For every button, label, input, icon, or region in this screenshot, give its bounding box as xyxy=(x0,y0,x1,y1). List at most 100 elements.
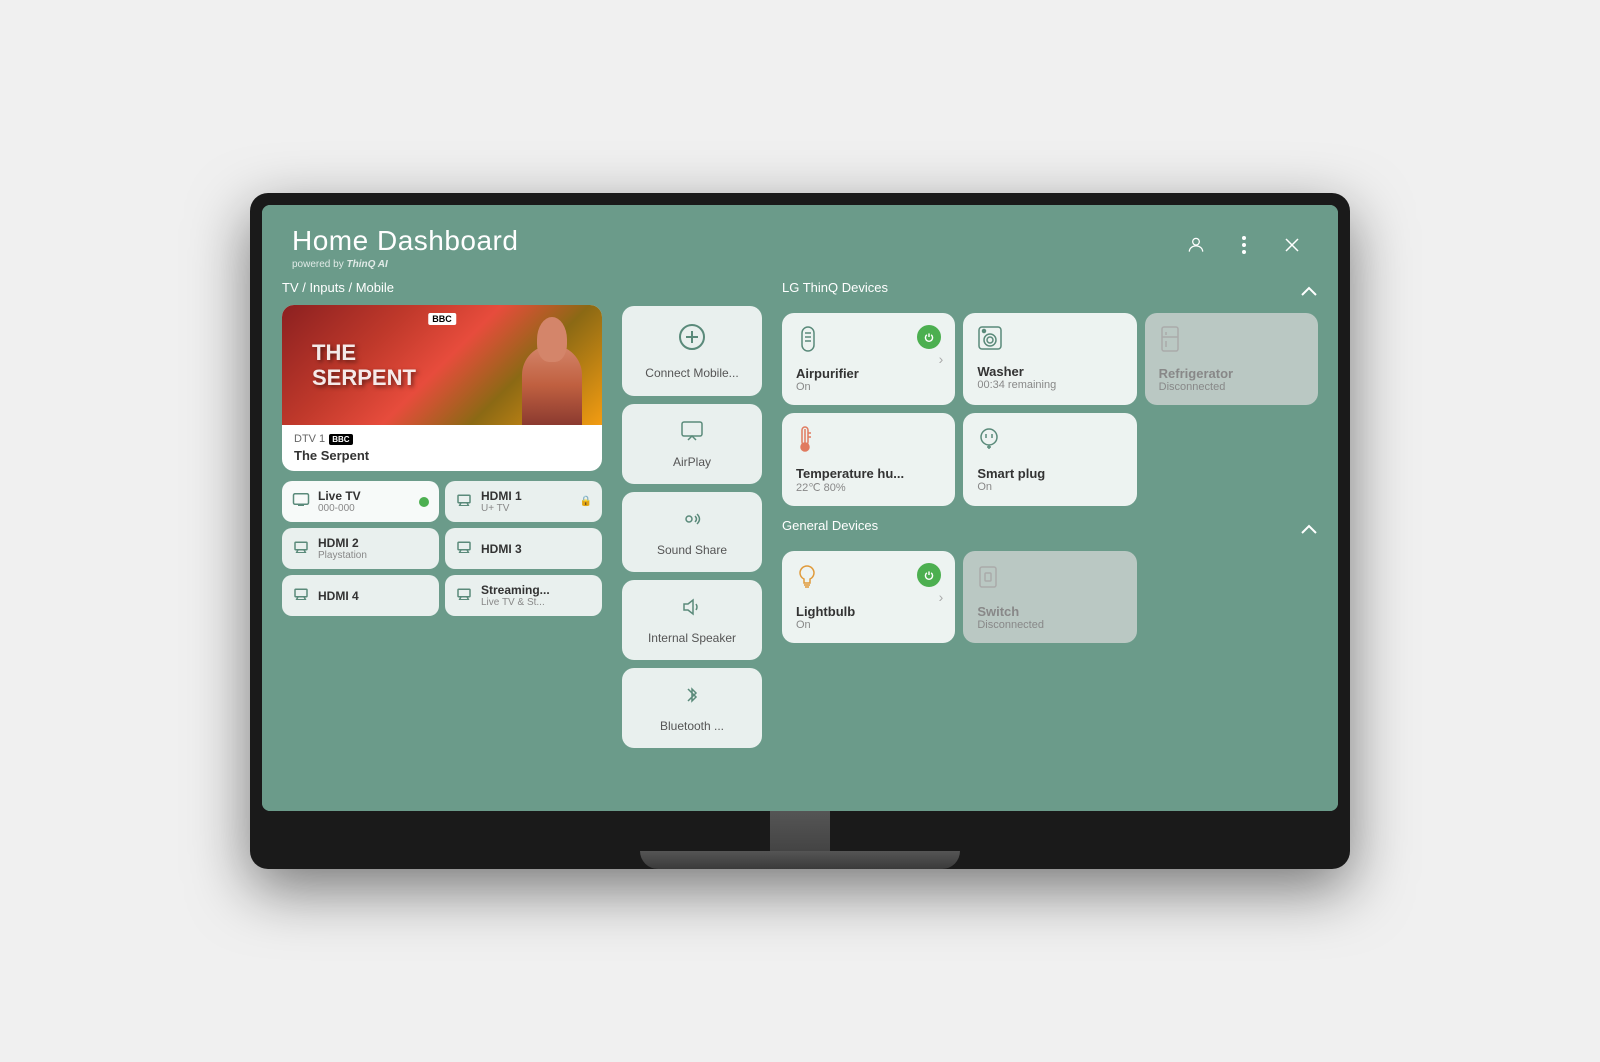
refrigerator-name: Refrigerator xyxy=(1159,366,1304,381)
device-washer[interactable]: Washer 00:34 remaining xyxy=(963,313,1136,405)
more-options-icon-button[interactable] xyxy=(1228,229,1260,261)
live-tv-info: Live TV 000-000 xyxy=(318,489,361,514)
tv-outer: Home Dashboard powered by ThinQ AI xyxy=(250,193,1350,868)
tv-show-title-line2: SERPENT xyxy=(312,365,416,389)
middle-panel: Connect Mobile... AirPlay xyxy=(622,280,762,800)
temperature-name: Temperature hu... xyxy=(796,466,941,481)
smartplug-icon xyxy=(977,425,1001,458)
switch-header xyxy=(977,563,1122,596)
refrigerator-status: Disconnected xyxy=(1159,381,1304,393)
washer-header xyxy=(977,325,1122,356)
smartplug-name: Smart plug xyxy=(977,466,1122,481)
lg-thinq-collapse-button[interactable] xyxy=(1300,284,1318,302)
hdmi2-name: HDMI 2 xyxy=(318,536,367,550)
hdmi4-icon xyxy=(292,586,310,605)
device-smartplug[interactable]: Smart plug On xyxy=(963,413,1136,506)
device-lightbulb[interactable]: Lightbulb On › xyxy=(782,551,955,643)
general-devices-title: General Devices xyxy=(782,518,878,533)
input-hdmi4[interactable]: HDMI 4 xyxy=(282,575,439,616)
washer-icon xyxy=(977,325,1003,356)
hdmi1-name: HDMI 1 xyxy=(481,489,522,503)
live-tv-name: Live TV xyxy=(318,489,361,503)
internal-speaker-card[interactable]: Internal Speaker xyxy=(622,580,762,660)
left-panel: TV / Inputs / Mobile BBC THE SERPENT xyxy=(282,280,602,800)
hdmi1-lock-icon: 🔒 xyxy=(580,496,592,507)
device-temperature[interactable]: Temperature hu... 22℃ 80% xyxy=(782,413,955,506)
connect-mobile-plus-icon xyxy=(678,323,706,358)
close-icon-button[interactable] xyxy=(1276,229,1308,261)
tv-show-name: The Serpent xyxy=(294,448,590,463)
connect-mobile-label: Connect Mobile... xyxy=(645,366,738,380)
washer-name: Washer xyxy=(977,364,1122,379)
input-live-tv[interactable]: Live TV 000-000 xyxy=(282,481,439,522)
lg-thinq-section: LG ThinQ Devices xyxy=(782,280,1318,506)
hdmi3-icon xyxy=(455,539,473,558)
sound-share-card[interactable]: Sound Share xyxy=(622,492,762,572)
device-refrigerator[interactable]: Refrigerator Disconnected xyxy=(1145,313,1318,405)
tv-preview-image: BBC THE SERPENT xyxy=(282,305,602,425)
bbc-badge: BBC xyxy=(329,434,352,445)
hdmi1-sub: U+ TV xyxy=(481,503,522,514)
airpurifier-name: Airpurifier xyxy=(796,366,941,381)
refrigerator-icon xyxy=(1159,325,1181,358)
dashboard: Home Dashboard powered by ThinQ AI xyxy=(262,205,1338,810)
main-content: TV / Inputs / Mobile BBC THE SERPENT xyxy=(262,280,1338,810)
connect-mobile-card[interactable]: Connect Mobile... xyxy=(622,306,762,396)
tv-show-title-line1: THE xyxy=(312,341,416,365)
lg-thinq-section-header: LG ThinQ Devices xyxy=(782,280,1318,305)
temperature-status: 22℃ 80% xyxy=(796,481,941,494)
input-hdmi3[interactable]: HDMI 3 xyxy=(445,528,602,569)
subtitle-powered: powered by xyxy=(292,259,344,270)
general-devices-section: General Devices xyxy=(782,518,1318,643)
airpurifier-header xyxy=(796,325,941,358)
lightbulb-power-button[interactable] xyxy=(917,563,941,587)
sound-share-label: Sound Share xyxy=(657,543,727,557)
user-icon-button[interactable] xyxy=(1180,229,1212,261)
hdmi4-name: HDMI 4 xyxy=(318,589,359,603)
airplay-icon xyxy=(680,419,704,449)
hdmi2-icon xyxy=(292,539,310,558)
input-hdmi2[interactable]: HDMI 2 Playstation xyxy=(282,528,439,569)
airpurifier-status: On xyxy=(796,381,941,393)
hdmi1-icon xyxy=(455,492,473,511)
live-tv-sub: 000-000 xyxy=(318,503,361,514)
thinq-brand: ThinQ AI xyxy=(346,259,387,270)
lightbulb-icon xyxy=(796,563,818,596)
hdmi4-info: HDMI 4 xyxy=(318,589,359,603)
airpurifier-chevron-icon: › xyxy=(939,351,944,367)
washer-status: 00:34 remaining xyxy=(977,379,1122,391)
temperature-header xyxy=(796,425,941,458)
temperature-icon xyxy=(796,425,814,458)
bbc-logo: BBC xyxy=(428,313,456,325)
hdmi2-info: HDMI 2 Playstation xyxy=(318,536,367,561)
general-devices-collapse-button[interactable] xyxy=(1300,522,1318,540)
refrigerator-header xyxy=(1159,325,1304,358)
bluetooth-card[interactable]: Bluetooth ... xyxy=(622,668,762,748)
bluetooth-icon xyxy=(682,683,702,713)
airpurifier-power-button[interactable] xyxy=(917,325,941,349)
device-switch[interactable]: Switch Disconnected xyxy=(963,551,1136,643)
hdmi2-sub: Playstation xyxy=(318,550,367,561)
bluetooth-label: Bluetooth ... xyxy=(660,719,724,733)
hdmi3-info: HDMI 3 xyxy=(481,542,522,556)
tv-base xyxy=(640,851,960,869)
tv-preview-card[interactable]: BBC THE SERPENT xyxy=(282,305,602,471)
header: Home Dashboard powered by ThinQ AI xyxy=(262,205,1338,280)
switch-icon xyxy=(977,563,999,596)
lightbulb-name: Lightbulb xyxy=(796,604,941,619)
smartplug-header xyxy=(977,425,1122,458)
streaming-sub: Live TV & St... xyxy=(481,597,550,608)
airpurifier-icon xyxy=(796,325,820,358)
device-airpurifier[interactable]: Airpurifier On › xyxy=(782,313,955,405)
airplay-card[interactable]: AirPlay xyxy=(622,404,762,484)
right-panel: LG ThinQ Devices xyxy=(782,280,1318,800)
sound-share-icon xyxy=(680,507,704,537)
tv-section-title: TV / Inputs / Mobile xyxy=(282,280,602,295)
input-hdmi1[interactable]: HDMI 1 U+ TV 🔒 xyxy=(445,481,602,522)
page-title: Home Dashboard xyxy=(292,225,518,257)
tv-preview-info: DTV 1 BBC The Serpent xyxy=(282,425,602,471)
header-subtitle: powered by ThinQ AI xyxy=(292,259,518,270)
input-streaming[interactable]: Streaming... Live TV & St... xyxy=(445,575,602,616)
smartplug-status: On xyxy=(977,481,1122,493)
channel-text: DTV 1 xyxy=(294,433,325,445)
